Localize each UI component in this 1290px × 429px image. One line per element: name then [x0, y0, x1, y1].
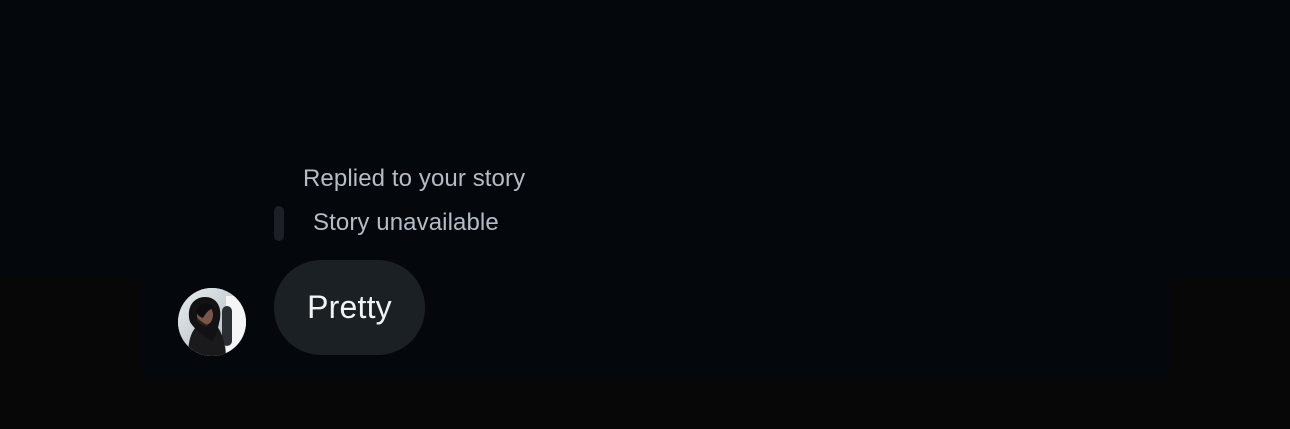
message-bubble[interactable]: Pretty [274, 260, 425, 355]
conversation-screen: Replied to your story Story unavailable … [0, 0, 1290, 429]
story-reply-caption: Replied to your story [303, 165, 526, 192]
message-text: Pretty [307, 289, 392, 325]
profile-photo-icon [178, 288, 246, 356]
story-unavailable-label[interactable]: Story unavailable [313, 207, 499, 239]
avatar[interactable] [178, 288, 246, 356]
story-quote-bar [274, 206, 284, 241]
